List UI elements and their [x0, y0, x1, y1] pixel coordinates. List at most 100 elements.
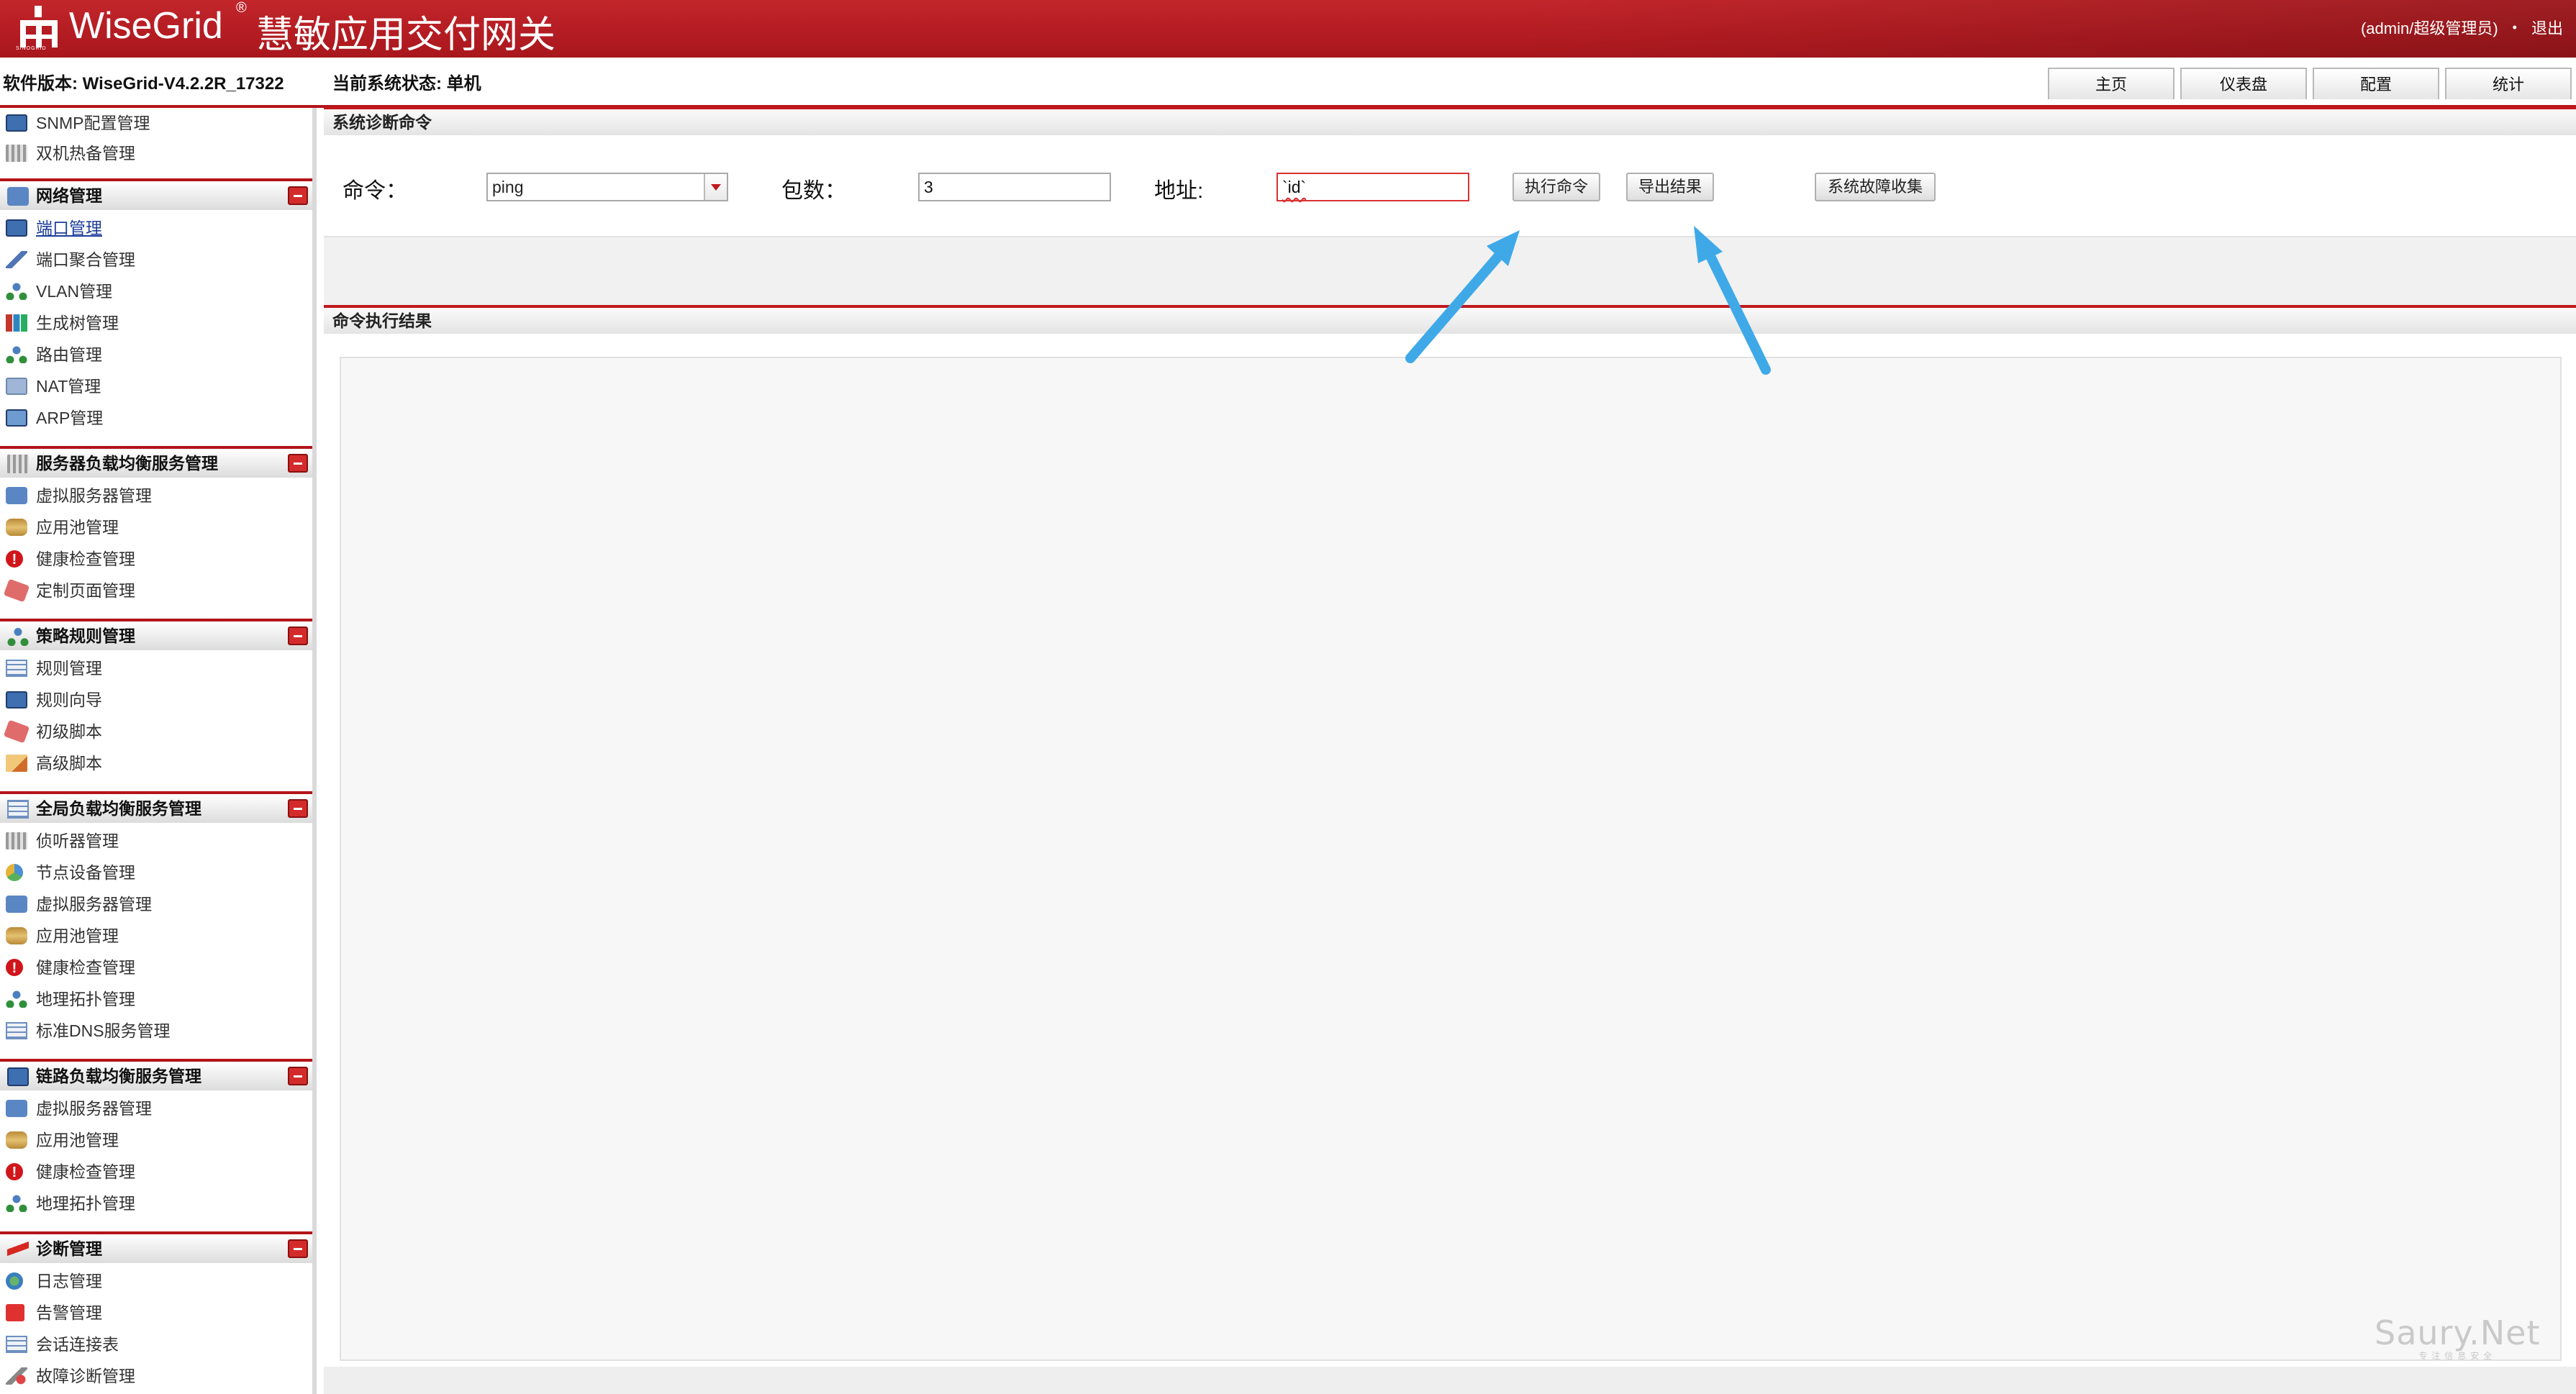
- sidebar-item-llb-geo-topology[interactable]: 地理拓扑管理: [0, 1188, 309, 1218]
- sidebar-item-llb-health-check[interactable]: 健康检查管理: [0, 1157, 309, 1188]
- sidebar-item-label: NAT管理: [36, 377, 101, 396]
- diag-panel-title: 系统诊断命令: [324, 106, 2576, 135]
- sidebar-item-label: 标准DNS服务管理: [36, 1021, 171, 1040]
- sidebar-group-glb[interactable]: 全局负载均衡服务管理: [0, 791, 312, 823]
- sidebar-item-alerts[interactable]: 告警管理: [0, 1298, 309, 1328]
- collapse-icon[interactable]: [288, 1067, 308, 1085]
- sidebar-item-glb-virtual-server[interactable]: 虚拟服务器管理: [0, 889, 309, 919]
- sidebar-item-label: 故障诊断管理: [36, 1367, 135, 1385]
- sidebar-item-port[interactable]: 端口管理: [0, 213, 309, 243]
- pencil-icon: [6, 251, 27, 268]
- sidebar-item-label: 端口管理: [36, 219, 102, 237]
- sidebar-item-label: ARP管理: [36, 409, 104, 427]
- sidebar-item-routing[interactable]: 路由管理: [0, 340, 309, 370]
- diag-form: 命令： ping 包数： 3 地址: `id` 执行命令 导出结果 系统故障收集: [324, 135, 2576, 236]
- collapse-icon[interactable]: [288, 627, 308, 645]
- sidebar-item-rules[interactable]: 规则管理: [0, 653, 309, 683]
- monitor-icon: [6, 114, 27, 132]
- nav-home[interactable]: 主页: [2048, 68, 2174, 99]
- sidebar-item-rule-wizard[interactable]: 规则向导: [0, 685, 309, 715]
- sidebar-item-label: 侦听器管理: [36, 832, 119, 850]
- server-icon: [7, 455, 29, 473]
- sidebar-item-nat[interactable]: NAT管理: [0, 371, 309, 401]
- sidebar-item-label: 虚拟服务器管理: [36, 895, 152, 914]
- nav-statistics[interactable]: 统计: [2445, 68, 2572, 99]
- sidebar-item-label: 高级脚本: [36, 754, 102, 773]
- sidebar-item-geo-topology[interactable]: 地理拓扑管理: [0, 984, 309, 1014]
- grid-icon: [6, 145, 27, 162]
- collapse-icon[interactable]: [288, 454, 308, 473]
- sidebar-item-logs[interactable]: 日志管理: [0, 1266, 309, 1296]
- address-input[interactable]: `id`: [1276, 173, 1469, 201]
- sidebar-item-port-aggregation[interactable]: 端口聚合管理: [0, 245, 309, 275]
- sidebar-item-llb-virtual-server[interactable]: 虚拟服务器管理: [0, 1093, 309, 1124]
- network-icon: [7, 187, 29, 206]
- nav-config[interactable]: 配置: [2313, 68, 2439, 99]
- sidebar-item-node-device[interactable]: 节点设备管理: [0, 857, 309, 888]
- port-icon: [6, 219, 27, 237]
- user-separator: •: [2512, 19, 2517, 35]
- command-select[interactable]: ping: [486, 173, 728, 201]
- collapse-icon[interactable]: [288, 186, 308, 205]
- sidebar-item-spanning-tree[interactable]: 生成树管理: [0, 308, 309, 338]
- collapse-icon[interactable]: [288, 1239, 308, 1258]
- sidebar-group-llb[interactable]: 链路负载均衡服务管理: [0, 1059, 312, 1090]
- sidebar-group-policy[interactable]: 策略规则管理: [0, 619, 312, 650]
- sidebar-group-diagnostics[interactable]: 诊断管理: [0, 1231, 312, 1263]
- execute-command-button[interactable]: 执行命令: [1513, 173, 1600, 201]
- bottom-strip: [324, 1367, 2576, 1394]
- software-version: 软件版本: WiseGrid-V4.2.2R_17322: [3, 74, 284, 94]
- sidebar-item-ha[interactable]: 双机热备管理: [0, 138, 309, 168]
- sidebar-item-advanced-script[interactable]: 高级脚本: [0, 748, 309, 778]
- sidebar-item-llb-app-pool[interactable]: 应用池管理: [0, 1125, 309, 1155]
- export-result-button[interactable]: 导出结果: [1626, 173, 1714, 201]
- sidebar-group-network[interactable]: 网络管理: [0, 178, 312, 210]
- sidebar-item-vlan[interactable]: VLAN管理: [0, 276, 309, 306]
- warning-icon: [6, 1157, 23, 1188]
- global-icon: [7, 800, 29, 819]
- sidebar-item-label: 健康检查管理: [36, 550, 135, 568]
- packet-count-input[interactable]: 3: [918, 173, 1111, 201]
- sidebar-item-label: 虚拟服务器管理: [36, 486, 152, 505]
- sidebar-group-title: 诊断管理: [36, 1239, 102, 1258]
- server-icon: [6, 1100, 27, 1117]
- sidebar-group-slb[interactable]: 服务器负载均衡服务管理: [0, 446, 312, 478]
- sidebar-item-basic-script[interactable]: 初级脚本: [0, 716, 309, 747]
- result-output-area[interactable]: [340, 357, 2562, 1361]
- brand-registered-mark: ®: [236, 0, 247, 16]
- script-icon: [6, 755, 27, 772]
- listener-icon: [6, 832, 27, 849]
- vlan-icon: [6, 283, 27, 300]
- repair-icon: [6, 1367, 27, 1385]
- brand-name: WiseGrid: [69, 5, 223, 47]
- sidebar-item-session-table[interactable]: 会话连接表: [0, 1329, 309, 1359]
- sidebar-item-snmp[interactable]: SNMP配置管理: [0, 108, 309, 138]
- policy-icon: [7, 627, 29, 646]
- info-bar: 软件版本: WiseGrid-V4.2.2R_17322 当前系统状态: 单机 …: [0, 58, 2576, 108]
- database-icon: [6, 519, 27, 536]
- sidebar: SNMP配置管理 双机热备管理 网络管理 端口管理 端口聚合管理 VLAN管理 …: [0, 108, 317, 1394]
- warning-icon: [6, 953, 23, 983]
- nav-dashboard[interactable]: 仪表盘: [2180, 68, 2307, 99]
- sidebar-item-custom-page[interactable]: 定制页面管理: [0, 575, 309, 606]
- sidebar-item-label: 路由管理: [36, 345, 102, 364]
- sidebar-item-virtual-server[interactable]: 虚拟服务器管理: [0, 480, 309, 511]
- sidebar-item-glb-health-check[interactable]: 健康检查管理: [0, 952, 309, 983]
- tree-icon: [6, 346, 27, 363]
- sidebar-item-label: 生成树管理: [36, 314, 119, 332]
- sidebar-item-arp[interactable]: ARP管理: [0, 403, 309, 433]
- sidebar-item-label: 地理拓扑管理: [36, 990, 135, 1008]
- sidebar-item-app-pool[interactable]: 应用池管理: [0, 512, 309, 542]
- sidebar-item-listener[interactable]: 侦听器管理: [0, 826, 309, 856]
- result-panel-title: 命令执行结果: [324, 305, 2576, 334]
- chevron-down-icon[interactable]: [704, 174, 727, 200]
- sidebar-item-dns-service[interactable]: 标准DNS服务管理: [0, 1016, 309, 1046]
- tree-icon: [6, 1195, 27, 1212]
- sidebar-item-health-check[interactable]: 健康检查管理: [0, 544, 309, 575]
- logout-link[interactable]: 退出: [2531, 16, 2563, 39]
- collapse-icon[interactable]: [288, 799, 308, 818]
- sidebar-item-glb-app-pool[interactable]: 应用池管理: [0, 921, 309, 951]
- chart-icon: [6, 314, 27, 332]
- sidebar-item-fault-diagnosis[interactable]: 故障诊断管理: [0, 1361, 309, 1391]
- collect-fault-button[interactable]: 系统故障收集: [1815, 173, 1936, 201]
